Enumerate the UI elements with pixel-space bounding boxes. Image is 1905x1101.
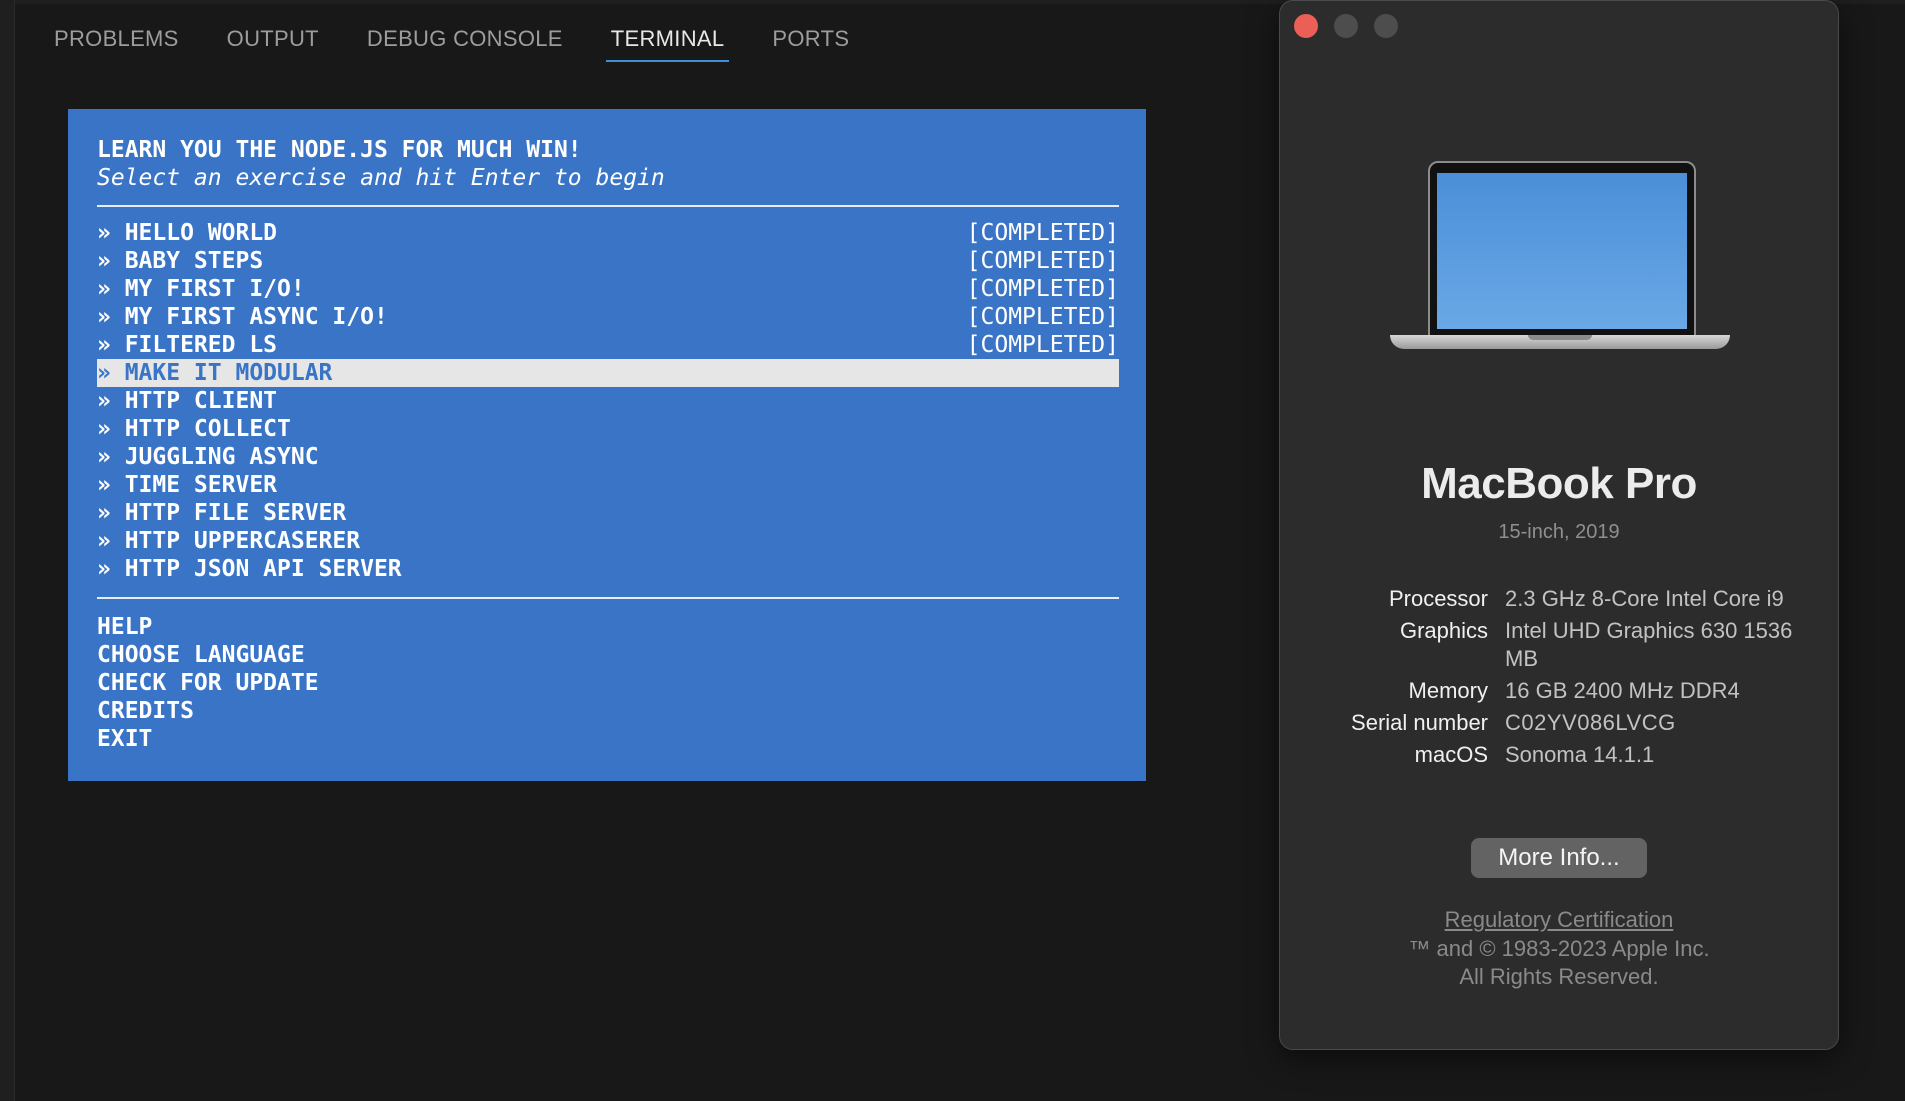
laptop-icon xyxy=(1390,161,1730,366)
terminal-area[interactable]: LEARN YOU THE NODE.JS FOR MUCH WIN! Sele… xyxy=(68,109,1146,781)
copyright-line: ™ and © 1983-2023 Apple Inc. xyxy=(1408,936,1710,961)
divider xyxy=(97,597,1119,599)
exercise-status: [COMPLETED] xyxy=(966,276,1119,302)
spec-key: Serial number xyxy=(1351,710,1488,735)
exercise-item[interactable]: » HTTP CLIENT xyxy=(97,387,1119,415)
zoom-icon[interactable] xyxy=(1374,14,1398,38)
window-controls xyxy=(1294,14,1414,38)
exercise-label: » BABY STEPS xyxy=(97,248,264,274)
spec-macos: macOS Sonoma 14.1.1 xyxy=(1280,741,1838,769)
about-this-mac-window: MacBook Pro 15-inch, 2019 Processor 2.3 … xyxy=(1279,0,1839,1050)
menu-exit[interactable]: EXIT xyxy=(97,725,1119,753)
terminal-subtitle: Select an exercise and hit Enter to begi… xyxy=(97,165,665,191)
spec-value: Intel UHD Graphics 630 1536 MB xyxy=(1505,618,1793,671)
menu-check-for-update[interactable]: CHECK FOR UPDATE xyxy=(97,669,1119,697)
spec-key: Memory xyxy=(1408,678,1488,703)
tab-output[interactable]: OUTPUT xyxy=(227,22,319,64)
exercise-label: » MY FIRST ASYNC I/O! xyxy=(97,304,388,330)
spec-key: Graphics xyxy=(1399,618,1488,643)
exercise-label: » TIME SERVER xyxy=(97,472,278,498)
menu-credits[interactable]: CREDITS xyxy=(97,697,1119,725)
exercise-item[interactable]: » HTTP FILE SERVER xyxy=(97,499,1119,527)
exercise-label: » MY FIRST I/O! xyxy=(97,276,305,302)
terminal-title: LEARN YOU THE NODE.JS FOR MUCH WIN! xyxy=(97,137,582,163)
exercise-label: » HTTP CLIENT xyxy=(97,388,278,414)
spec-value: 16 GB 2400 MHz DDR4 xyxy=(1505,678,1740,703)
exercise-item[interactable]: » MY FIRST I/O! [COMPLETED] xyxy=(97,275,1119,303)
spec-memory: Memory 16 GB 2400 MHz DDR4 xyxy=(1280,677,1838,705)
exercise-label: » JUGGLING ASYNC xyxy=(97,444,319,470)
close-icon[interactable] xyxy=(1294,14,1318,38)
exercise-label: » FILTERED LS xyxy=(97,332,278,358)
model-name: MacBook Pro xyxy=(1421,459,1697,508)
exercise-label: » HTTP JSON API SERVER xyxy=(97,556,402,582)
spec-processor: Processor 2.3 GHz 8-Core Intel Core i9 xyxy=(1280,585,1838,613)
menu-choose-language[interactable]: CHOOSE LANGUAGE xyxy=(97,641,1119,669)
menu-help[interactable]: HELP xyxy=(97,613,1119,641)
exercise-status: [COMPLETED] xyxy=(966,304,1119,330)
rights-line: All Rights Reserved. xyxy=(1459,964,1659,989)
divider xyxy=(97,205,1119,207)
exercise-item[interactable]: » HELLO WORLD [COMPLETED] xyxy=(97,219,1119,247)
exercise-item[interactable]: » JUGGLING ASYNC xyxy=(97,443,1119,471)
exercise-item[interactable]: » HTTP JSON API SERVER xyxy=(97,555,1119,583)
exercise-label: » HTTP COLLECT xyxy=(97,416,291,442)
panel-tabs: PROBLEMS OUTPUT DEBUG CONSOLE TERMINAL P… xyxy=(54,22,897,66)
spec-key: macOS xyxy=(1414,742,1488,767)
exercise-label: » MAKE IT MODULAR xyxy=(97,360,333,386)
exercise-status: [COMPLETED] xyxy=(966,248,1119,274)
exercise-label: » HTTP FILE SERVER xyxy=(97,500,347,526)
spec-value: 2.3 GHz 8-Core Intel Core i9 xyxy=(1505,586,1784,611)
exercise-item[interactable]: » BABY STEPS [COMPLETED] xyxy=(97,247,1119,275)
spec-serial: Serial number C02YV086LVCG xyxy=(1280,709,1838,737)
tab-terminal[interactable]: TERMINAL xyxy=(605,22,730,64)
laptop-notch xyxy=(1528,335,1592,340)
laptop-lid xyxy=(1428,161,1696,337)
spec-value: Sonoma 14.1.1 xyxy=(1505,742,1655,767)
editor-gutter xyxy=(0,0,15,1101)
tab-problems[interactable]: PROBLEMS xyxy=(54,22,179,64)
spec-key: Processor xyxy=(1388,586,1488,611)
exercise-label: » HELLO WORLD xyxy=(97,220,278,246)
laptop-screen xyxy=(1437,173,1687,329)
regulatory-certification-link[interactable]: Regulatory Certification xyxy=(1280,907,1838,933)
exercise-item[interactable]: » HTTP COLLECT xyxy=(97,415,1119,443)
exercise-item[interactable]: » FILTERED LS [COMPLETED] xyxy=(97,331,1119,359)
spec-value: C02YV086LVCG xyxy=(1505,710,1676,735)
tab-debug-console[interactable]: DEBUG CONSOLE xyxy=(367,22,563,64)
copyright: ™ and © 1983-2023 Apple Inc. All Rights … xyxy=(1280,935,1838,991)
exercise-item[interactable]: » HTTP UPPERCASERER xyxy=(97,527,1119,555)
exercise-item[interactable]: » MY FIRST ASYNC I/O! [COMPLETED] xyxy=(97,303,1119,331)
minimize-icon[interactable] xyxy=(1334,14,1358,38)
spec-list: Processor 2.3 GHz 8-Core Intel Core i9 G… xyxy=(1280,585,1838,773)
exercise-status: [COMPLETED] xyxy=(966,332,1119,358)
terminal-menu: LEARN YOU THE NODE.JS FOR MUCH WIN! Sele… xyxy=(97,136,1119,753)
spec-graphics: Graphics Intel UHD Graphics 630 1536 MB xyxy=(1280,617,1838,673)
more-info-button[interactable]: More Info... xyxy=(1471,838,1647,878)
model-detail: 15-inch, 2019 xyxy=(1498,521,1620,543)
exercise-item-selected[interactable]: » MAKE IT MODULAR xyxy=(97,359,1119,387)
exercise-label: » HTTP UPPERCASERER xyxy=(97,528,361,554)
tab-ports[interactable]: PORTS xyxy=(772,22,849,64)
exercise-status: [COMPLETED] xyxy=(966,220,1119,246)
exercise-item[interactable]: » TIME SERVER xyxy=(97,471,1119,499)
